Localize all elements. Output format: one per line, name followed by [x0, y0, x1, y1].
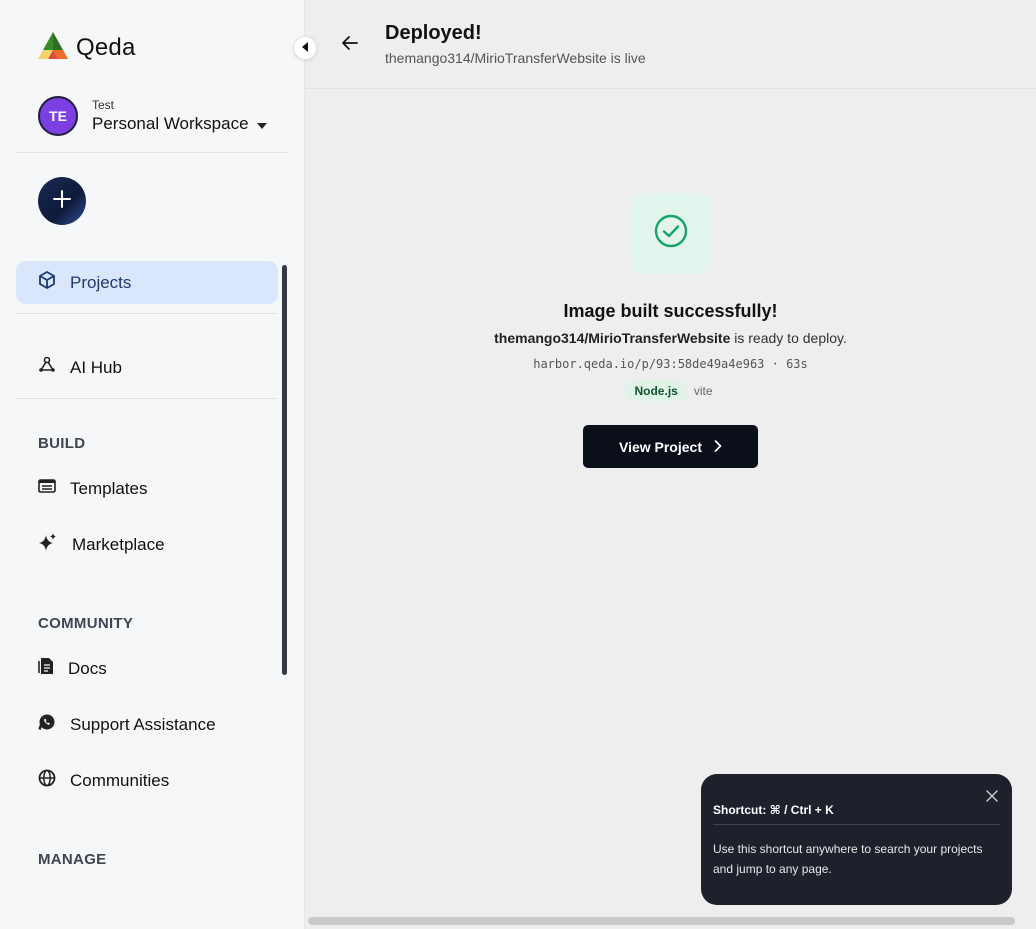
- toast-title: Shortcut: ⌘ / Ctrl + K: [713, 803, 834, 817]
- sidebar-item-label: Projects: [70, 272, 132, 292]
- page-header: Deployed! themango314/MirioTransferWebsi…: [305, 0, 1036, 89]
- sidebar-item-docs[interactable]: Docs: [16, 647, 278, 690]
- section-label-community: COMMUNITY: [38, 615, 134, 632]
- section-label-build: BUILD: [38, 435, 86, 452]
- success-badge: [630, 193, 711, 274]
- divider: [16, 152, 289, 153]
- view-project-label: View Project: [618, 438, 702, 455]
- page-title: Deployed!: [385, 22, 482, 44]
- sidebar-item-marketplace[interactable]: Marketplace: [16, 523, 278, 566]
- workspace-label: Test: [92, 98, 115, 112]
- sidebar-scrollbar[interactable]: [282, 265, 287, 675]
- back-arrow-icon[interactable]: [341, 34, 359, 57]
- sidebar-item-label: Communities: [70, 770, 170, 790]
- page-subtitle: themango314/MirioTransferWebsite is live: [385, 50, 646, 66]
- sparkle-icon: [38, 532, 58, 557]
- ai-hub-icon: [38, 356, 56, 379]
- sidebar-item-label: Marketplace: [72, 534, 165, 554]
- sidebar-item-projects[interactable]: Projects: [16, 261, 278, 304]
- workspace-name: Personal Workspace: [92, 114, 249, 133]
- divider: [16, 313, 278, 314]
- sidebar-item-label: AI Hub: [70, 357, 122, 377]
- framework-tag: vite: [693, 384, 713, 398]
- sidebar-item-label: Docs: [68, 658, 107, 678]
- brand[interactable]: Qeda: [38, 30, 136, 65]
- avatar: TE: [38, 96, 78, 136]
- image-reference: harbor.qeda.io/p/93:58de49a4e963 · 63s: [533, 357, 808, 371]
- collapse-sidebar-button[interactable]: [293, 36, 317, 60]
- status-title: Image built successfully!: [563, 301, 778, 321]
- sidebar: Qeda TE Test Personal Workspace Projects: [0, 0, 305, 929]
- brand-name: Qeda: [76, 33, 136, 61]
- sidebar-item-label: Support Assistance: [70, 714, 216, 734]
- docs-icon: [38, 657, 54, 680]
- plus-icon: [52, 189, 72, 214]
- divider: [713, 824, 1000, 825]
- section-label-manage: MANAGE: [38, 851, 107, 868]
- cube-icon: [38, 270, 56, 294]
- sidebar-item-label: Templates: [70, 478, 148, 498]
- chevron-right-icon: [714, 439, 722, 455]
- toast-body: Use this shortcut anywhere to search you…: [713, 842, 983, 876]
- qeda-logo-icon: [38, 30, 68, 65]
- sidebar-item-ai-hub[interactable]: AI Hub: [16, 346, 278, 389]
- sidebar-item-support-assistance[interactable]: Support Assistance: [16, 703, 278, 746]
- ready-suffix: is ready to deploy.: [730, 330, 847, 346]
- runtime-tag: Node.js: [626, 381, 686, 401]
- caret-left-icon: [301, 39, 309, 57]
- shortcut-toast: Shortcut: ⌘ / Ctrl + K Use this shortcut…: [701, 774, 1012, 905]
- caret-down-icon: [256, 114, 267, 134]
- repo-name: themango314/MirioTransferWebsite: [494, 330, 731, 346]
- view-project-button[interactable]: View Project: [583, 425, 758, 468]
- tag-list: Node.js vite: [305, 381, 1036, 401]
- whatsapp-icon: [38, 713, 56, 736]
- globe-icon: [38, 769, 56, 792]
- new-project-button[interactable]: [38, 177, 86, 225]
- ready-message: themango314/MirioTransferWebsite is read…: [305, 330, 1036, 346]
- workspace-switcher[interactable]: TE Test Personal Workspace: [38, 96, 267, 136]
- templates-icon: [38, 477, 56, 500]
- close-icon[interactable]: [986, 789, 998, 807]
- horizontal-scrollbar[interactable]: [308, 917, 1015, 925]
- divider: [16, 398, 278, 399]
- check-circle-icon: [654, 214, 688, 253]
- sidebar-item-communities[interactable]: Communities: [16, 759, 278, 802]
- sidebar-item-templates[interactable]: Templates: [16, 467, 278, 510]
